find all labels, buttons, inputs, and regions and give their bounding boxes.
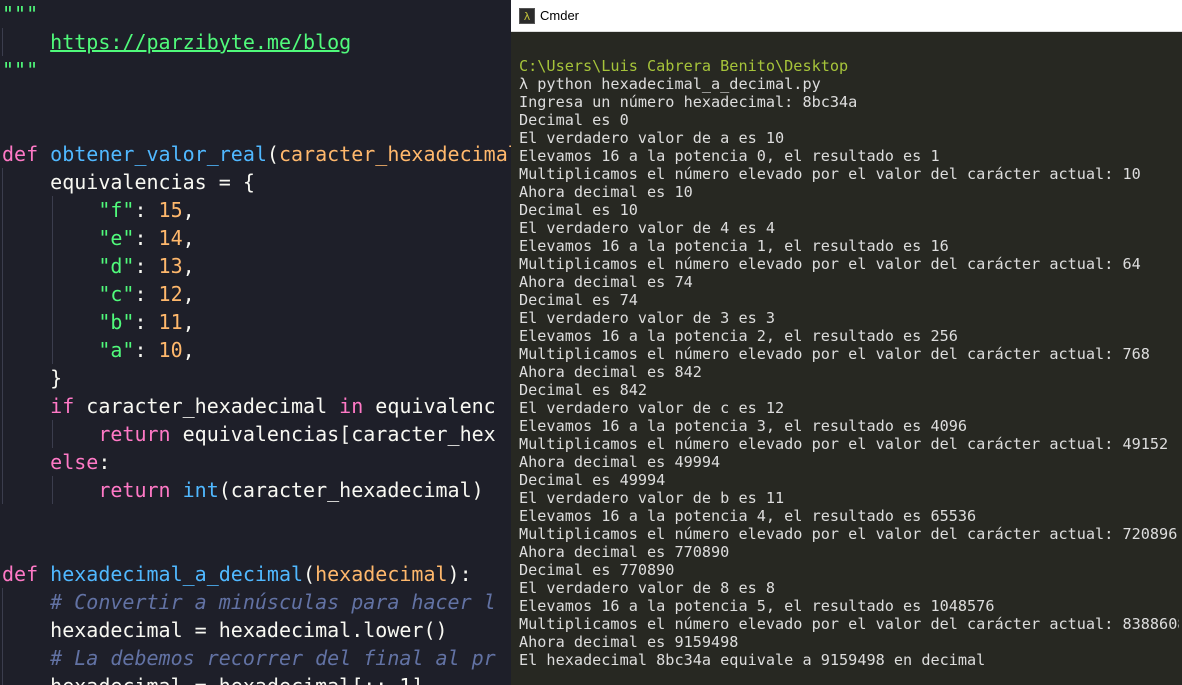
terminal-line: El verdadero valor de a es 10: [519, 129, 785, 147]
docstring-close: """: [2, 58, 39, 82]
code-line: }: [2, 364, 62, 392]
terminal-line: Multiplicamos el número elevado por el v…: [519, 345, 1150, 363]
terminal-line: Ahora decimal es 9159498: [519, 633, 739, 651]
blog-link[interactable]: https://parzibyte.me/blog: [50, 30, 351, 54]
terminal-line: Multiplicamos el número elevado por el v…: [519, 615, 1179, 633]
terminal-line: Decimal es 770890: [519, 561, 675, 579]
terminal-line: El verdadero valor de 3 es 3: [519, 309, 776, 327]
dict-entry: "d": 13,: [98, 254, 195, 278]
terminal-line: El verdadero valor de 4 es 4: [519, 219, 776, 237]
terminal-line: Multiplicamos el número elevado por el v…: [519, 255, 1141, 273]
terminal-line: El verdadero valor de b es 11: [519, 489, 785, 507]
terminal-line: Elevamos 16 a la potencia 5, el resultad…: [519, 597, 995, 615]
terminal-line: Ahora decimal es 49994: [519, 453, 721, 471]
code-line: if caracter_hexadecimal in equivalenc: [50, 394, 496, 418]
code-line: hexadecimal = hexadecimal[::-1]: [2, 672, 423, 685]
lambda-icon: λ: [519, 8, 535, 24]
terminal-line: El hexadecimal 8bc34a equivale a 9159498…: [519, 651, 986, 669]
dict-entry: "f": 15,: [98, 198, 195, 222]
code-line: else:: [50, 450, 111, 474]
dict-entry: "a": 10,: [98, 338, 195, 362]
terminal-line: Multiplicamos el número elevado por el v…: [519, 165, 1141, 183]
dict-assign: equivalencias = {: [50, 170, 255, 194]
code-line: https://parzibyte.me/blog: [2, 28, 351, 56]
code-comment: # Convertir a minúsculas para hacer l: [50, 590, 496, 614]
terminal-line: Ahora decimal es 10: [519, 183, 693, 201]
code-line: return equivalencias[caracter_hex: [98, 422, 496, 446]
terminal-line: Decimal es 0: [519, 111, 629, 129]
terminal-line: Decimal es 49994: [519, 471, 666, 489]
dict-entry: "b": 11,: [98, 310, 195, 334]
code-comment: # La debemos recorrer del final al pr: [50, 646, 496, 670]
terminal-line: Elevamos 16 a la potencia 3, el resultad…: [519, 417, 968, 435]
terminal-line: Decimal es 74: [519, 291, 638, 309]
terminal-line: Multiplicamos el número elevado por el v…: [519, 525, 1178, 543]
terminal-line: Decimal es 10: [519, 201, 638, 219]
terminal-line: Ingresa un número hexadecimal: 8bc34a: [519, 93, 858, 111]
code-line: equivalencias = {: [2, 168, 255, 196]
function-name: hexadecimal_a_decimal: [50, 562, 304, 586]
terminal-line: Ahora decimal es 842: [519, 363, 702, 381]
terminal-line: El verdadero valor de c es 12: [519, 399, 785, 417]
terminal-line: Elevamos 16 a la potencia 4, el resultad…: [519, 507, 977, 525]
terminal-line: Elevamos 16 a la potencia 2, el resultad…: [519, 327, 958, 345]
terminal-line: Elevamos 16 a la potencia 0, el resultad…: [519, 147, 940, 165]
terminal-line: Multiplicamos el número elevado por el v…: [519, 435, 1169, 453]
code-line: # La debemos recorrer del final al pr: [2, 644, 496, 672]
window-titlebar[interactable]: λ Cmder: [511, 0, 1182, 32]
dict-entry: "e": 14,: [98, 226, 195, 250]
prompt-command: λ python hexadecimal_a_decimal.py: [519, 75, 821, 93]
function-name: obtener_valor_real: [50, 142, 267, 166]
cmder-window[interactable]: λ Cmder C:\Users\Luis Cabrera Benito\Des…: [511, 0, 1182, 685]
terminal-output[interactable]: C:\Users\Luis Cabrera Benito\Desktop λ p…: [519, 57, 1179, 669]
code-line: def obtener_valor_real(caracter_hexadeci…: [2, 142, 520, 166]
code-line: def hexadecimal_a_decimal(hexadecimal):: [2, 562, 472, 586]
terminal-line: Ahora decimal es 74: [519, 273, 693, 291]
terminal-line: Elevamos 16 a la potencia 1, el resultad…: [519, 237, 949, 255]
code-line: hexadecimal = hexadecimal.lower(): [50, 618, 448, 642]
terminal-line: Decimal es 842: [519, 381, 648, 399]
dict-entry: "c": 12,: [98, 282, 195, 306]
prompt-path: C:\Users\Luis Cabrera Benito\Desktop: [519, 57, 849, 75]
terminal-line: Ahora decimal es 770890: [519, 543, 730, 561]
code-line: return int(caracter_hexadecimal): [98, 478, 484, 502]
function-param: caracter_hexadecimal: [278, 142, 520, 166]
code-line: # Convertir a minúsculas para hacer l: [2, 588, 496, 616]
terminal-line: El verdadero valor de 8 es 8: [519, 579, 776, 597]
window-title: Cmder: [540, 8, 580, 23]
close-brace: }: [50, 366, 63, 390]
def-keyword: def: [2, 142, 39, 166]
docstring-open: """: [2, 2, 39, 26]
